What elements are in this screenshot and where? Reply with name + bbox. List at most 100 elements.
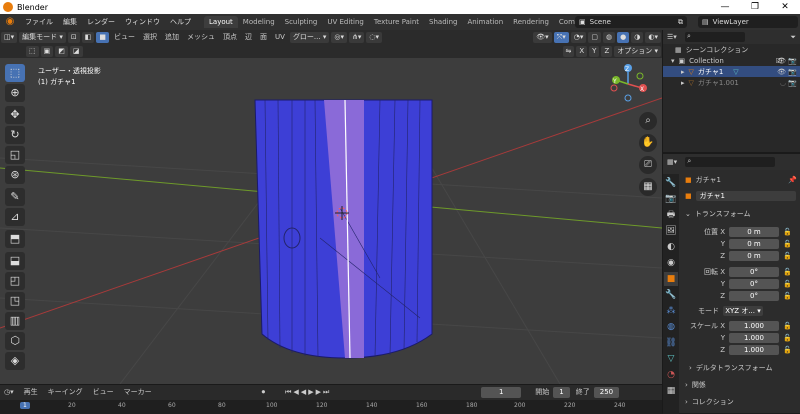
location-z-field[interactable]: 0 m bbox=[729, 251, 779, 261]
lock-scale-x-icon[interactable]: 🔓 bbox=[783, 322, 792, 330]
mode-selector[interactable]: 編集モード ▾ bbox=[19, 31, 66, 43]
menu-keying[interactable]: キーイング bbox=[48, 387, 83, 397]
annotate-tool-icon[interactable]: ✎ bbox=[5, 188, 25, 206]
menu-vertex[interactable]: 頂点 bbox=[219, 32, 241, 42]
object2-camera-icon[interactable]: 📷 bbox=[788, 79, 797, 87]
overlay-toggle-icon[interactable]: ◔▾ bbox=[570, 31, 587, 43]
delta-transform-section[interactable]: › デルタトランスフォーム bbox=[679, 362, 800, 374]
menu-window[interactable]: ウィンドウ bbox=[120, 17, 165, 27]
outliner-scene-collection[interactable]: ▦ シーンコレクション bbox=[663, 44, 800, 55]
zoom-icon[interactable]: ⌕ bbox=[639, 112, 657, 130]
shading-rendered-icon[interactable]: ◐▾ bbox=[645, 31, 661, 43]
menu-timeline-view[interactable]: ビュー bbox=[93, 387, 114, 397]
texture-tab-icon[interactable]: ▦ bbox=[664, 384, 678, 398]
tab-shading[interactable]: Shading bbox=[424, 16, 462, 28]
transform-section-header[interactable]: ⌄ トランスフォーム bbox=[679, 208, 800, 220]
tab-sculpting[interactable]: Sculpting bbox=[280, 16, 323, 28]
menu-help[interactable]: ヘルプ bbox=[165, 17, 196, 27]
lock-rotation-x-icon[interactable]: 🔓 bbox=[783, 268, 792, 276]
xray-toggle-icon[interactable]: ▢ bbox=[588, 31, 602, 43]
object-name-field[interactable]: ガチャ1 bbox=[695, 191, 796, 201]
pivot-icon[interactable]: ◎▾ bbox=[331, 31, 347, 43]
select-box-icon[interactable]: ⬚ bbox=[26, 45, 39, 57]
pin-icon[interactable]: 📌 bbox=[788, 176, 797, 184]
collection-eye-icon[interactable]: 👁 bbox=[777, 57, 786, 65]
timeline-ruler[interactable]: 1 20 40 60 80 100 120 140 160 180 200 22… bbox=[0, 400, 662, 414]
lock-location-y-icon[interactable]: 🔓 bbox=[783, 240, 792, 248]
pan-hand-icon[interactable]: ✋ bbox=[639, 134, 657, 152]
rotation-y-field[interactable]: 0° bbox=[729, 279, 779, 289]
inset-tool-icon[interactable]: ◰ bbox=[5, 272, 25, 290]
rotation-z-field[interactable]: 0° bbox=[729, 291, 779, 301]
menu-render[interactable]: レンダー bbox=[82, 17, 120, 27]
scale-tool-icon[interactable]: ◱ bbox=[5, 146, 25, 164]
viewlayer-selector[interactable]: ▤ ViewLayer bbox=[698, 16, 798, 28]
shading-material-icon[interactable]: ◑ bbox=[631, 31, 644, 43]
location-x-field[interactable]: 0 m bbox=[729, 227, 779, 237]
proportional-edit-icon[interactable]: ◌▾ bbox=[366, 31, 383, 43]
maximize-button[interactable]: ❐ bbox=[740, 0, 770, 14]
rotation-x-field[interactable]: 0° bbox=[729, 267, 779, 277]
shading-solid-icon[interactable]: ● bbox=[617, 31, 630, 43]
expand-object2-icon[interactable]: ▸ bbox=[681, 79, 685, 87]
object2-eye-icon[interactable]: ◡ bbox=[780, 79, 786, 87]
3d-viewport[interactable]: Z X Y ユーザー・透視投影 (1) ガチャ1 ⬚ ⊕ ✥ ↻ ◱ ⊛ ✎ ⊿… bbox=[0, 58, 662, 384]
scale-y-field[interactable]: 1.000 bbox=[729, 333, 779, 343]
knife-tool-icon[interactable]: ⬡ bbox=[5, 332, 25, 350]
select-new-icon[interactable]: ▣ bbox=[40, 45, 54, 57]
data-tab-icon[interactable]: ▽ bbox=[664, 352, 678, 366]
tab-modeling[interactable]: Modeling bbox=[238, 16, 280, 28]
scene-tab-icon[interactable]: ◐ bbox=[664, 240, 678, 254]
world-tab-icon[interactable]: ◉ bbox=[664, 256, 678, 270]
end-frame-field[interactable]: 250 bbox=[593, 386, 620, 398]
cursor-tool-icon[interactable]: ⊕ bbox=[5, 84, 25, 102]
mirror-x-toggle[interactable]: X bbox=[576, 45, 588, 57]
add-cube-tool-icon[interactable]: ⬒ bbox=[5, 230, 25, 248]
constraints-tab-icon[interactable]: ⛓ bbox=[664, 336, 678, 350]
menu-add[interactable]: 追加 bbox=[161, 32, 183, 42]
visibility-icon[interactable]: 👁▾ bbox=[533, 31, 552, 43]
blender-menu-icon[interactable]: ◉ bbox=[4, 16, 16, 28]
menu-uv[interactable]: UV bbox=[271, 33, 289, 41]
object-tab-icon[interactable]: ■ bbox=[664, 272, 678, 286]
object-eye-icon[interactable]: 👁 bbox=[777, 68, 786, 76]
smooth-tool-icon[interactable]: ◈ bbox=[5, 352, 25, 370]
select-mode-vertex[interactable]: ⊡ bbox=[67, 31, 80, 43]
scale-x-field[interactable]: 1.000 bbox=[729, 321, 779, 331]
lock-rotation-y-icon[interactable]: 🔓 bbox=[783, 280, 792, 288]
select-subtract-icon[interactable]: ◪ bbox=[69, 45, 83, 57]
menu-mesh[interactable]: メッシュ bbox=[183, 32, 219, 42]
mirror-icon[interactable]: ⇋ bbox=[562, 45, 575, 57]
tab-rendering[interactable]: Rendering bbox=[508, 16, 554, 28]
menu-select[interactable]: 選択 bbox=[139, 32, 161, 42]
outliner-search-input[interactable]: ⌕ bbox=[684, 32, 745, 42]
select-tool-icon[interactable]: ⬚ bbox=[5, 64, 25, 82]
lock-scale-y-icon[interactable]: 🔓 bbox=[783, 334, 792, 342]
extrude-tool-icon[interactable]: ⬓ bbox=[5, 252, 25, 270]
lock-scale-z-icon[interactable]: 🔓 bbox=[783, 346, 792, 354]
scene-copy-icon[interactable]: ⧉ bbox=[678, 18, 683, 27]
shading-wireframe-icon[interactable]: ◍ bbox=[603, 31, 616, 43]
editor-type-button[interactable]: ◫▾ bbox=[1, 31, 18, 43]
tab-uv-editing[interactable]: UV Editing bbox=[322, 16, 369, 28]
lock-location-z-icon[interactable]: 🔓 bbox=[783, 252, 792, 260]
navigation-gizmo[interactable]: Z X Y bbox=[610, 64, 647, 102]
lock-location-x-icon[interactable]: 🔓 bbox=[783, 228, 792, 236]
timeline-editor-icon[interactable]: ◷▾ bbox=[4, 388, 14, 396]
ruler-tick-1[interactable]: 1 bbox=[20, 402, 30, 409]
menu-marker[interactable]: マーカー bbox=[124, 387, 152, 397]
collection-camera-icon[interactable]: 📷 bbox=[788, 57, 797, 65]
transform-orientation[interactable]: グロー... ▾ bbox=[289, 31, 330, 43]
menu-playback[interactable]: 再生 bbox=[24, 387, 38, 397]
lock-rotation-z-icon[interactable]: 🔓 bbox=[783, 292, 792, 300]
current-frame-field[interactable]: 1 bbox=[481, 386, 522, 398]
view-layer-tab-icon[interactable]: 🖼 bbox=[664, 224, 678, 238]
tab-animation[interactable]: Animation bbox=[462, 16, 508, 28]
transform-tool-icon[interactable]: ⊛ bbox=[5, 166, 25, 184]
outliner-item-gacha1[interactable]: ▸ ▽ ガチャ1 ▽ 👁 📷 bbox=[663, 66, 800, 77]
close-button[interactable]: ✕ bbox=[770, 0, 800, 14]
properties-editor-icon[interactable]: ▦▾ bbox=[667, 158, 677, 166]
minimize-button[interactable]: — bbox=[710, 0, 740, 14]
scale-z-field[interactable]: 1.000 bbox=[729, 345, 779, 355]
playback-controls[interactable]: ⏮◀◀▶▶⏭ bbox=[285, 388, 331, 397]
